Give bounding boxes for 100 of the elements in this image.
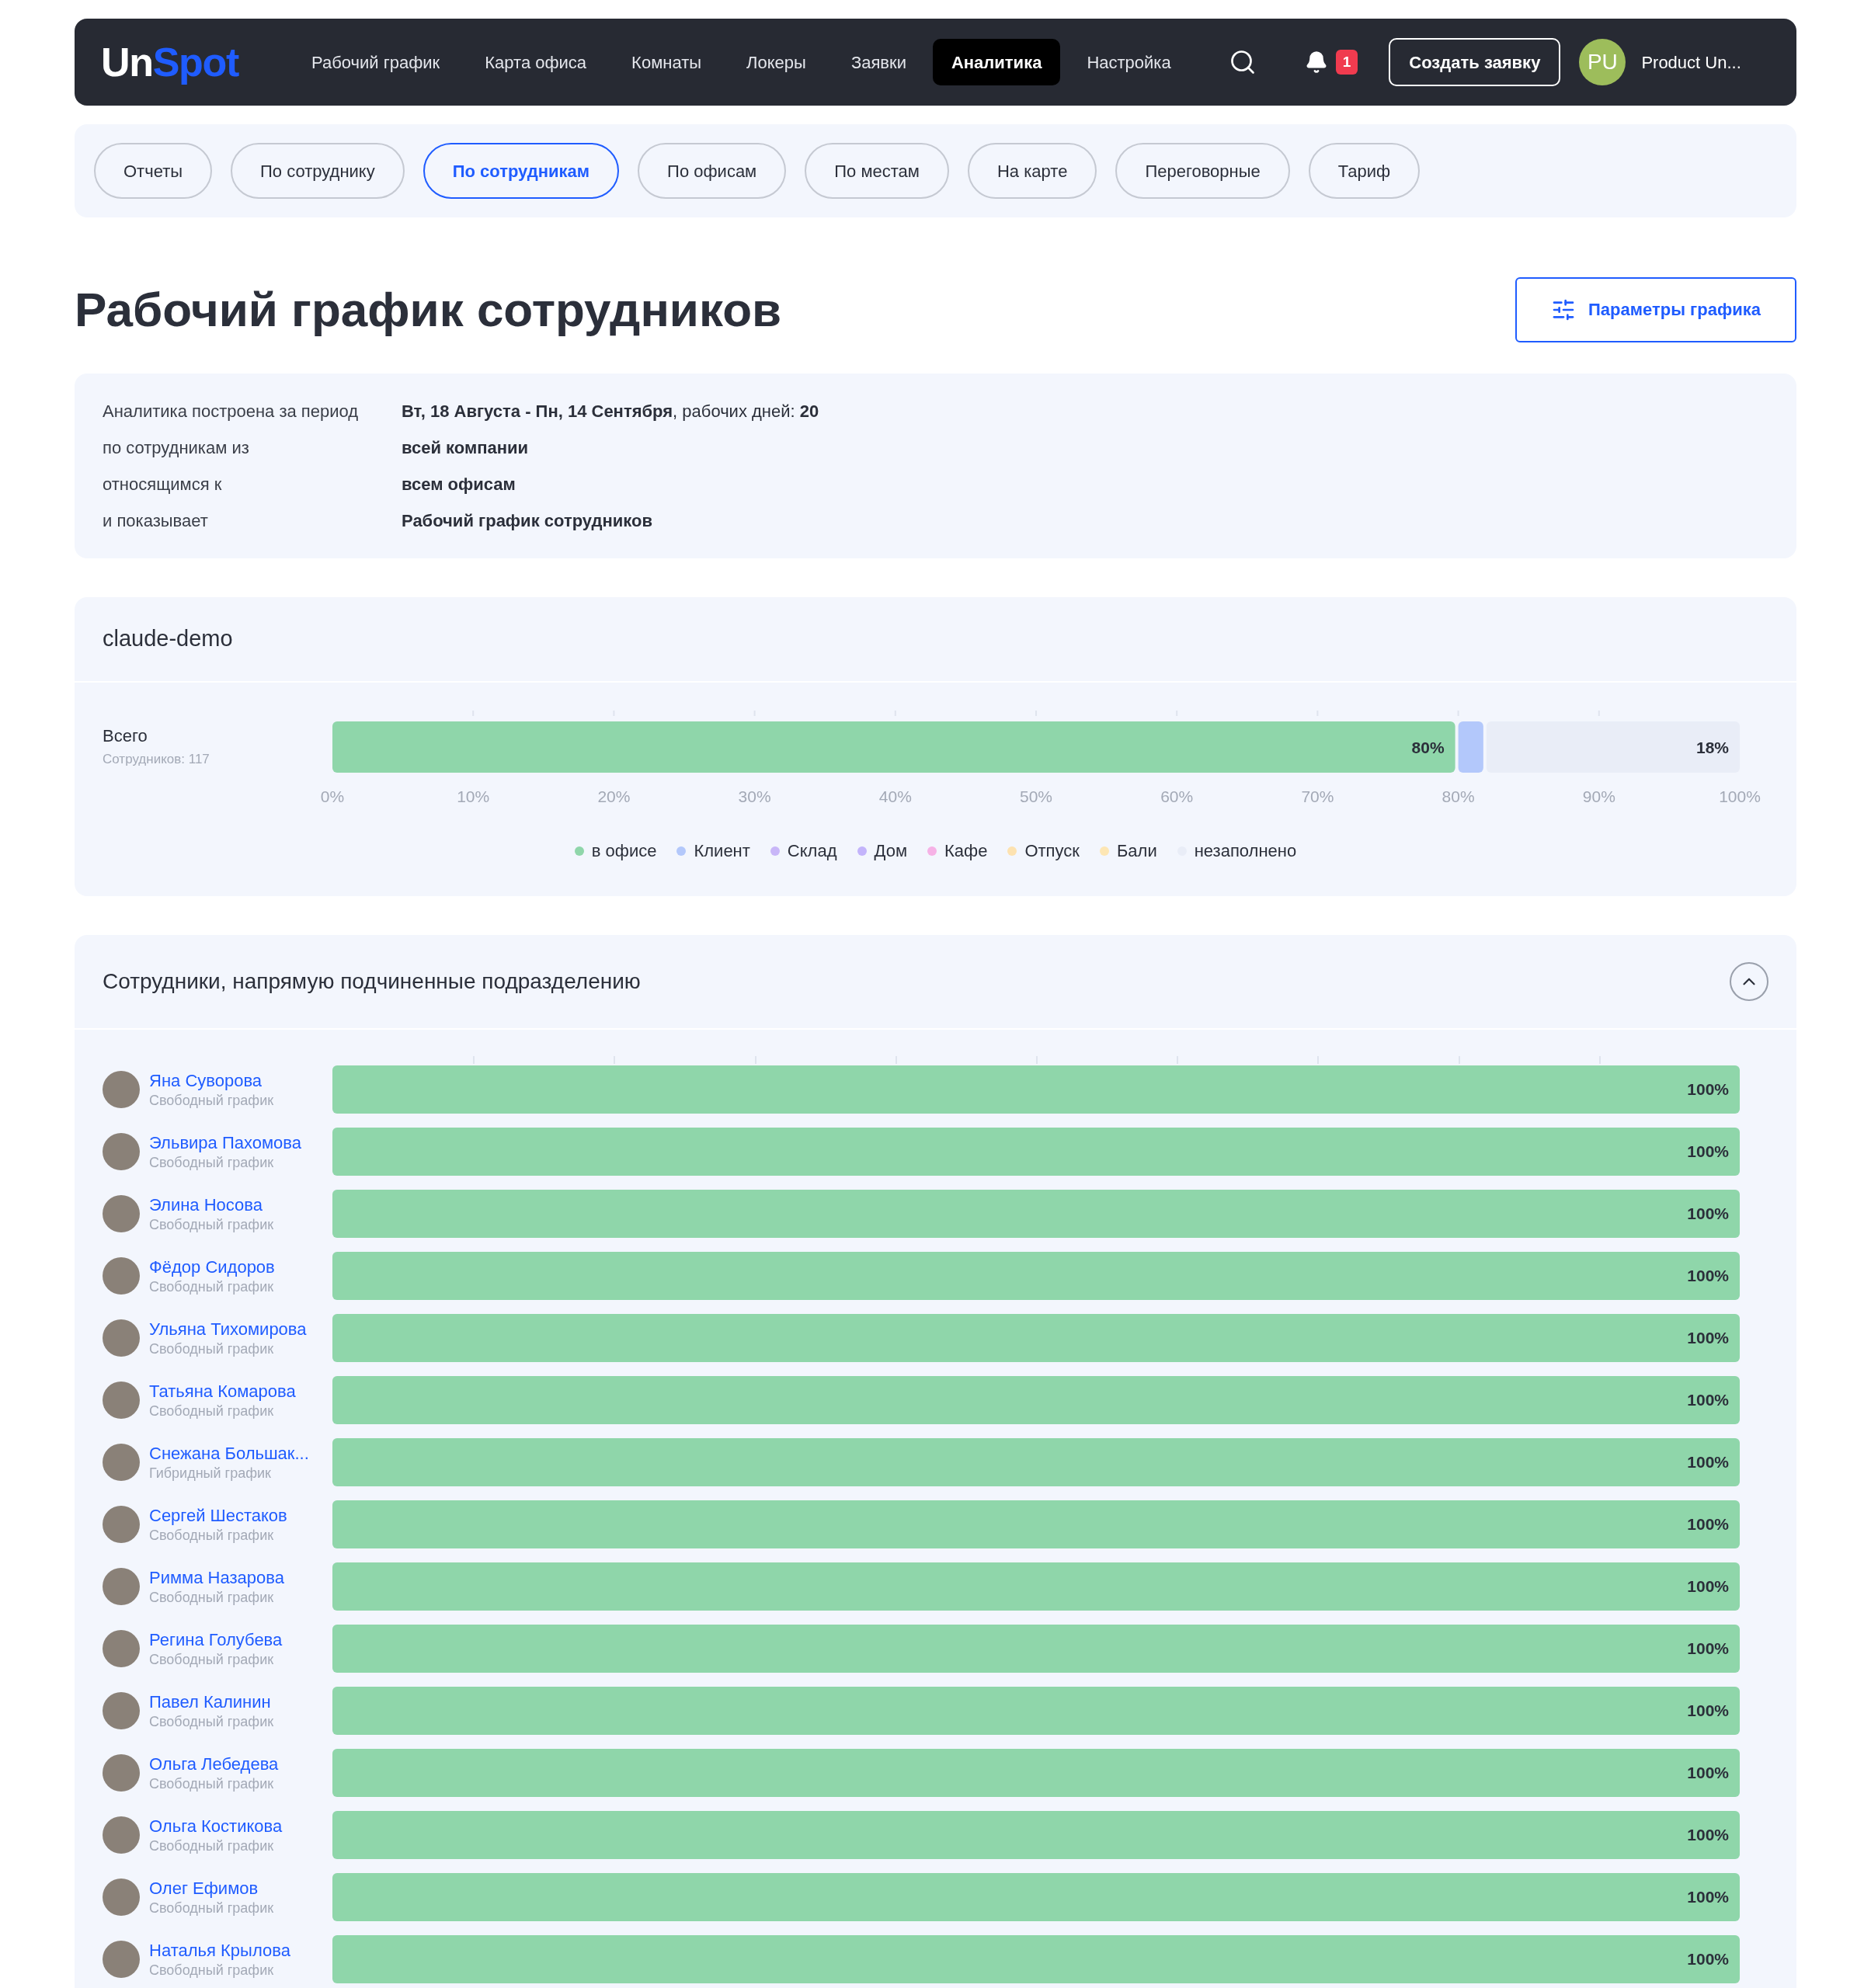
schedule-type: Гибридный график bbox=[149, 1464, 272, 1482]
panel-title: Сотрудники, напрямую подчиненные подразделению bbox=[103, 968, 641, 995]
legend-label: Склад bbox=[787, 840, 837, 862]
employee-name[interactable]: Эльвира Пахомова bbox=[149, 1132, 301, 1154]
avatar bbox=[103, 1195, 140, 1232]
create-request-button[interactable]: Создать заявку bbox=[1389, 38, 1561, 86]
summary-label: и показывает bbox=[103, 510, 209, 532]
percent-label: 100% bbox=[1687, 1204, 1729, 1225]
schedule-type: Свободный график bbox=[149, 1402, 275, 1420]
employee-name[interactable]: Олег Ефимов bbox=[149, 1878, 274, 1899]
percent-label: 100% bbox=[1687, 1825, 1729, 1846]
nav-item[interactable]: Локеры bbox=[728, 39, 825, 85]
nav-item[interactable]: Рабочий график bbox=[293, 39, 459, 85]
percent-label: 100% bbox=[1687, 1328, 1729, 1349]
avatar bbox=[103, 1630, 140, 1667]
bar-segment: 18% bbox=[1486, 721, 1740, 773]
schedule-type: Свободный график bbox=[149, 1899, 274, 1917]
nav-item[interactable]: Заявки bbox=[832, 39, 925, 85]
nav-item[interactable]: Карта офиса bbox=[466, 39, 606, 85]
employee-name[interactable]: Яна Суворова bbox=[149, 1070, 274, 1092]
tab[interactable]: По сотруднику bbox=[231, 143, 405, 199]
user-name[interactable]: Product Un... bbox=[1641, 49, 1741, 75]
percent-label: 100% bbox=[1687, 1452, 1729, 1473]
axis-tick-label: 40% bbox=[878, 787, 912, 805]
employee-name[interactable]: Фёдор Сидоров bbox=[149, 1256, 275, 1278]
axis-tick-label: 60% bbox=[1160, 787, 1194, 805]
tab[interactable]: По местам bbox=[805, 143, 949, 199]
summary-value: всем офисам bbox=[402, 474, 516, 495]
schedule-type: Свободный график bbox=[149, 1091, 274, 1109]
employee-name[interactable]: Ульяна Тихомирова bbox=[149, 1319, 307, 1340]
axis-tick-label: 0% bbox=[320, 787, 345, 805]
tab[interactable]: Переговорные bbox=[1115, 143, 1290, 199]
percent-label: 100% bbox=[1687, 1763, 1729, 1784]
axis-tick-label: 50% bbox=[1020, 787, 1052, 805]
avatar bbox=[103, 1879, 140, 1916]
nav-item[interactable]: Настройка bbox=[1068, 39, 1190, 85]
schedule-type: Свободный график bbox=[149, 1277, 275, 1295]
percent-label: 100% bbox=[1687, 1390, 1729, 1411]
tab[interactable]: По сотрудникам bbox=[423, 143, 620, 199]
axis-tick-label: 90% bbox=[1582, 787, 1615, 805]
bar-segment: 80% bbox=[332, 721, 1455, 773]
employee-name[interactable]: Элина Носова bbox=[149, 1194, 274, 1216]
employee-count: Сотрудников: 117 bbox=[103, 752, 210, 766]
legend-label: Отпуск bbox=[1024, 840, 1080, 862]
employee-name[interactable]: Татьяна Комарова bbox=[149, 1381, 296, 1402]
summary-label: относящимся к bbox=[103, 474, 223, 495]
employee-name[interactable]: Павел Калинин bbox=[149, 1691, 274, 1713]
legend-label: в офисе bbox=[591, 840, 657, 862]
axis-tick-label: 20% bbox=[597, 787, 631, 805]
schedule-type: Свободный график bbox=[149, 1774, 275, 1792]
summary-label: Аналитика построена за период bbox=[103, 401, 360, 422]
employee-name[interactable]: Ольга Костикова bbox=[149, 1816, 283, 1837]
avatar bbox=[103, 1133, 140, 1170]
avatar bbox=[103, 1941, 140, 1978]
avatar bbox=[103, 1319, 140, 1357]
nav-item[interactable]: Аналитика bbox=[932, 39, 1061, 85]
category-label: Всего bbox=[103, 726, 148, 746]
employee-name[interactable]: Сергей Шестаков bbox=[149, 1505, 287, 1527]
schedule-type: Свободный график bbox=[149, 1340, 275, 1357]
percent-label: 100% bbox=[1687, 1887, 1729, 1908]
nav-item[interactable]: Комнаты bbox=[613, 39, 721, 85]
chart-settings-button[interactable]: Параметры графика bbox=[1515, 276, 1796, 342]
employee-name[interactable]: Наталья Крылова bbox=[149, 1940, 290, 1962]
schedule-type: Свободный график bbox=[149, 1961, 275, 1979]
bar-segment bbox=[1458, 721, 1483, 773]
axis-tick-label: 100% bbox=[1719, 787, 1761, 805]
avatar bbox=[103, 1382, 140, 1419]
employee-name[interactable]: Регина Голубева bbox=[149, 1629, 283, 1651]
schedule-type: Свободный график bbox=[149, 1712, 274, 1730]
legend-label: Дом bbox=[874, 840, 908, 862]
notification-badge: 1 bbox=[1335, 49, 1358, 75]
avatar bbox=[103, 1071, 140, 1108]
schedule-type: Свободный график bbox=[149, 1153, 275, 1171]
percent-label: 100% bbox=[1687, 1266, 1729, 1287]
percent-label: 100% bbox=[1687, 1576, 1729, 1597]
avatar bbox=[103, 1692, 140, 1729]
avatar bbox=[103, 1816, 140, 1854]
axis-tick-label: 30% bbox=[738, 787, 771, 805]
percent-label: 100% bbox=[1687, 1142, 1729, 1163]
employee-name[interactable]: Снежана Большак... bbox=[149, 1443, 309, 1465]
page-title: Рабочий график сотрудников bbox=[75, 282, 782, 338]
tab[interactable]: По офисам bbox=[638, 143, 787, 199]
legend-label: Клиент bbox=[694, 840, 750, 862]
schedule-type: Свободный график bbox=[149, 1588, 275, 1606]
axis-tick-label: 10% bbox=[457, 787, 490, 805]
avatar bbox=[103, 1506, 140, 1543]
employee-name[interactable]: Ольга Лебедева bbox=[149, 1753, 279, 1775]
axis-tick-label: 80% bbox=[1442, 787, 1475, 805]
summary-label: по сотрудникам из bbox=[103, 437, 250, 459]
percent-label: 100% bbox=[1687, 1514, 1729, 1535]
employee-name[interactable]: Римма Назарова bbox=[149, 1567, 284, 1589]
avatar bbox=[103, 1568, 140, 1605]
summary-value: Рабочий график сотрудников bbox=[402, 510, 653, 532]
legend-label: незаполнено bbox=[1194, 840, 1297, 862]
tab[interactable]: Тариф bbox=[1308, 143, 1421, 199]
tab[interactable]: На карте bbox=[967, 143, 1097, 199]
panel-title: claude-demo bbox=[103, 625, 233, 653]
legend-label: Бали bbox=[1116, 840, 1157, 862]
avatar bbox=[103, 1257, 140, 1295]
tab[interactable]: Отчеты bbox=[94, 143, 213, 199]
